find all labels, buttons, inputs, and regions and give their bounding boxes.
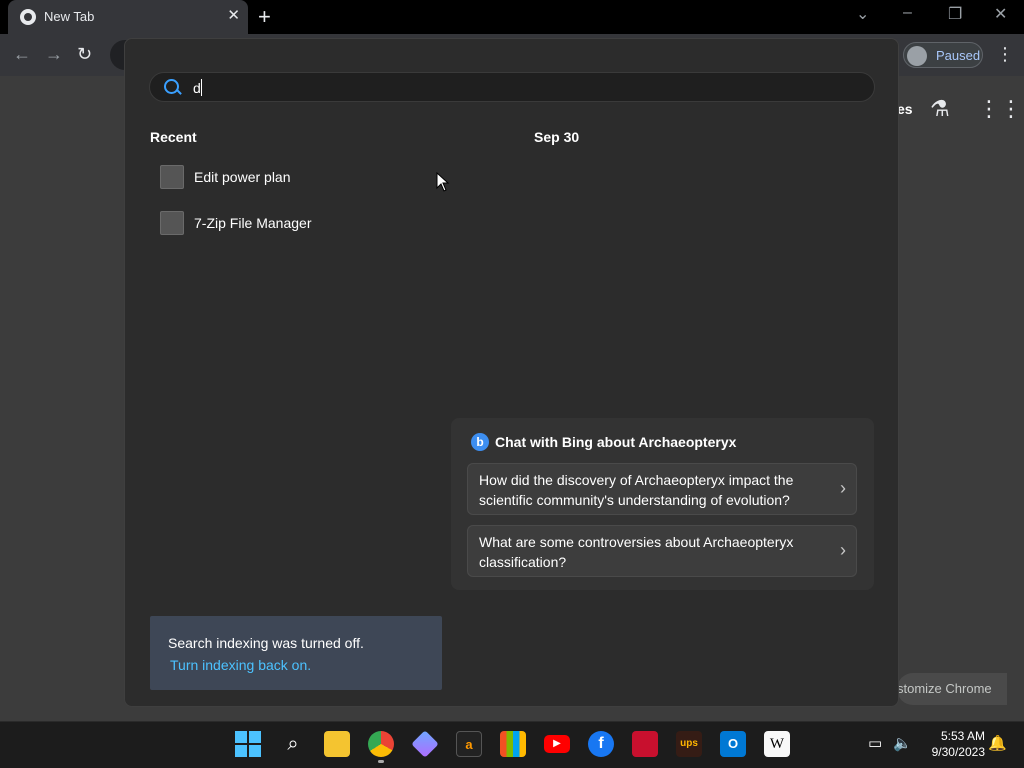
recent-item-edit-power-plan[interactable]: Edit power plan [152,158,442,198]
window-close-icon[interactable]: ✕ [994,4,1007,24]
facebook-icon[interactable]: f [588,731,614,757]
date-heading: Sep 30 [534,129,580,145]
bing-question-2[interactable]: What are some controversies about Archae… [467,525,857,577]
avatar [907,46,927,66]
ntp-header-link[interactable]: es [897,101,913,117]
youtube-icon[interactable]: ▶ [544,735,570,753]
back-icon[interactable]: ← [13,44,31,65]
reload-icon[interactable]: ↻ [77,44,92,65]
app-thumbnail-icon [160,211,184,235]
start-icon[interactable] [235,731,261,757]
chevron-right-icon: › [840,478,846,498]
indexing-notice: Search indexing was turned off. Turn ind… [150,616,442,690]
tab-search-chevron-icon[interactable]: ⌄ [856,4,869,24]
forward-icon[interactable]: → [45,44,63,65]
search-icon[interactable]: ⌕ [280,731,306,757]
profile-button[interactable]: Paused [903,42,983,68]
ups-icon[interactable]: ups [676,731,702,757]
minimize-icon[interactable]: – [903,4,912,22]
bing-question-1[interactable]: How did the discovery of Archaeopteryx i… [467,463,857,515]
recent-heading: Recent [150,129,197,145]
app-thumbnail-icon [160,165,184,189]
customize-chrome-button[interactable]: stomize Chrome [897,673,1007,705]
tab-new-tab[interactable]: New Tab ✕ [8,0,248,34]
indexing-message: Search indexing was turned off. [168,635,364,651]
clock-date[interactable]: 9/30/2023 [918,745,985,759]
profile-status: Paused [936,48,981,63]
tab-close-icon[interactable]: ✕ [227,6,240,24]
chrome-menu-icon[interactable]: ⋮ [996,44,1014,65]
wikipedia-icon[interactable]: W [764,731,790,757]
recent-item-label: Edit power plan [194,169,291,185]
new-tab-button[interactable]: + [258,4,271,30]
running-indicator [378,760,384,763]
bing-question-text: How did the discovery of Archaeopteryx i… [479,472,794,508]
search-icon [164,79,179,94]
amazon-icon[interactable]: a [456,731,482,757]
tab-title: New Tab [44,9,95,24]
search-input[interactable]: d [149,72,875,102]
notification-bell-icon[interactable]: 🔔 [988,734,1007,752]
ms-store-icon[interactable] [500,731,526,757]
text-caret [201,79,202,96]
google-apps-icon[interactable]: ⋮⋮⋮ [978,96,1024,122]
mouse-pointer-icon [436,172,450,192]
outlook-icon[interactable]: O [720,731,746,757]
recent-item-label: 7-Zip File Manager [194,215,312,231]
recent-item-7zip[interactable]: 7-Zip File Manager [152,204,442,244]
bing-chat-title: Chat with Bing about Archaeopteryx [495,434,737,450]
customize-chrome-label: stomize Chrome [897,681,992,696]
restore-icon[interactable]: ❐ [948,4,962,24]
labs-flask-icon[interactable]: ⚗ [930,96,950,122]
bank-of-america-icon[interactable] [632,731,658,757]
turn-indexing-on-link[interactable]: Turn indexing back on. [170,657,311,673]
search-query: d [193,80,201,96]
file-explorer-icon[interactable] [324,731,350,757]
chevron-right-icon: › [840,540,846,560]
chrome-favicon-icon [20,9,36,25]
chrome-icon[interactable] [368,731,394,757]
windows-search-panel [124,38,899,707]
bing-logo-icon: b [471,433,489,451]
clock-time[interactable]: 5:53 AM [925,729,985,743]
volume-muted-icon[interactable]: 🔈 [893,734,912,752]
network-icon[interactable]: ▭ [868,734,882,752]
bing-question-text: What are some controversies about Archae… [479,534,794,570]
